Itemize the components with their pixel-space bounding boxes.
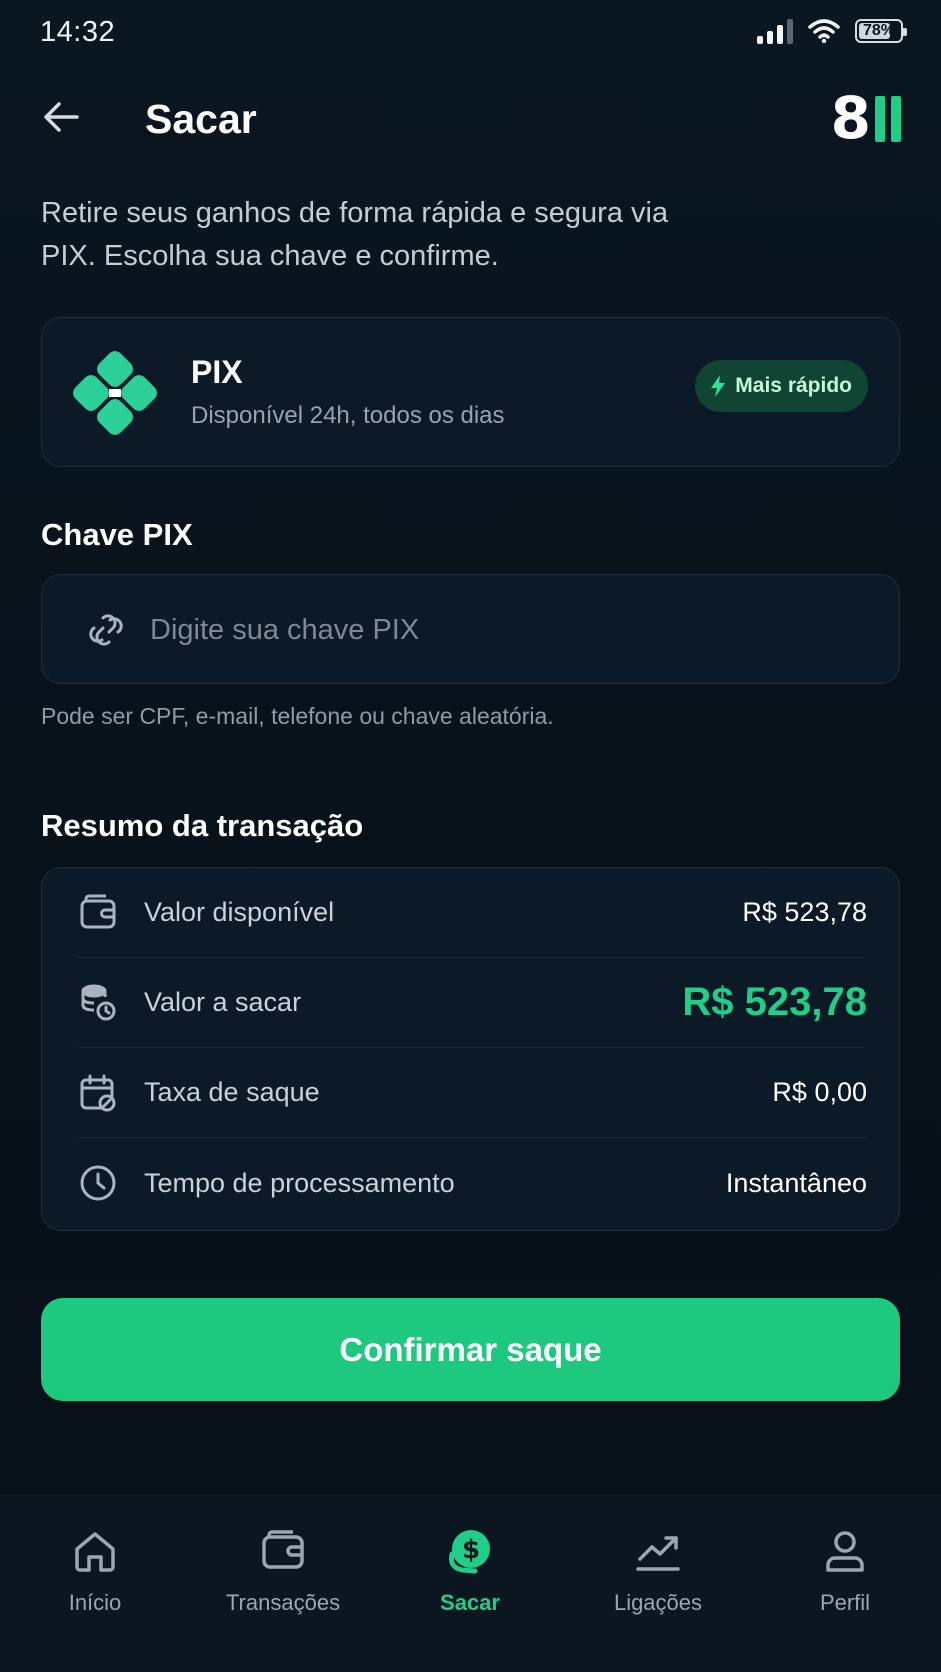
nav-item-perfil[interactable]: Perfil xyxy=(760,1524,930,1634)
bottom-nav: Início Transações $ Sacar Ligações Perfi… xyxy=(0,1495,941,1672)
status-time: 14:32 xyxy=(40,16,116,48)
lightning-icon xyxy=(711,375,726,397)
summary-row-fee: Taxa de saque R$ 0,00 xyxy=(76,1048,867,1138)
clock-icon xyxy=(76,1161,120,1205)
summary-value: R$ 523,78 xyxy=(742,897,867,927)
confirm-withdraw-button[interactable]: Confirmar saque xyxy=(41,1298,900,1401)
brand-logo: 8 xyxy=(830,84,901,152)
summary-card: Valor disponível R$ 523,78 Valor a sacar… xyxy=(41,867,900,1231)
nav-label: Sacar xyxy=(440,1590,500,1615)
page-title: Sacar xyxy=(145,96,257,142)
summary-label: Tempo de processamento xyxy=(144,1167,455,1198)
withdraw-screen: 14:32 78% Sacar 8 Retire seus ganhos de … xyxy=(0,0,941,1672)
pix-method-card[interactable]: PIX Disponível 24h, todos os dias Mais r… xyxy=(41,317,900,467)
summary-label: Taxa de saque xyxy=(144,1077,320,1107)
nav-item-transacoes[interactable]: Transações xyxy=(198,1524,368,1634)
withdraw-amount-value: R$ 523,78 xyxy=(682,980,867,1024)
wifi-icon xyxy=(808,19,840,44)
summary-value: Instantâneo xyxy=(725,1167,867,1198)
battery-tip xyxy=(903,28,907,36)
summary-row-processing-time: Tempo de processamento Instantâneo xyxy=(76,1138,867,1228)
logo-bars xyxy=(875,94,901,142)
svg-text:$: $ xyxy=(462,1535,480,1565)
nav-label: Transações xyxy=(225,1590,341,1615)
signal-icon xyxy=(757,18,793,44)
dollar-icon: $ xyxy=(443,1524,497,1578)
summary-row-withdraw-amount: Valor a sacar R$ 523,78 xyxy=(76,958,867,1048)
pix-name: PIX xyxy=(191,354,243,390)
summary-label: Valor disponível xyxy=(144,897,335,927)
fastest-badge: Mais rápido xyxy=(695,360,868,412)
confirm-withdraw-label: Confirmar saque xyxy=(339,1330,602,1368)
intro-text: Retire seus ganhos de forma rápida e seg… xyxy=(41,197,669,272)
status-bar: 14:32 78% xyxy=(0,0,941,70)
pix-availability: Disponível 24h, todos os dias xyxy=(191,402,505,429)
calendar-icon xyxy=(76,1071,120,1115)
wallet-icon xyxy=(76,891,120,935)
nav-item-sacar[interactable]: $ Sacar xyxy=(385,1524,555,1634)
wallet-icon xyxy=(256,1524,310,1578)
battery-icon: 78% xyxy=(855,19,907,43)
back-button[interactable] xyxy=(36,92,86,142)
status-icons: 78% xyxy=(757,18,907,44)
nav-item-inicio[interactable]: Início xyxy=(10,1524,180,1634)
trend-icon xyxy=(631,1524,685,1578)
battery-text: 78% xyxy=(862,22,896,39)
pix-logo-icon xyxy=(73,351,157,435)
pix-key-field[interactable] xyxy=(41,574,900,684)
nav-item-ligacoes[interactable]: Ligações xyxy=(573,1524,743,1634)
fastest-badge-text: Mais rápido xyxy=(735,374,852,397)
user-icon xyxy=(818,1524,872,1578)
pix-key-input[interactable] xyxy=(150,603,850,657)
arrow-left-icon xyxy=(44,102,79,132)
pix-key-label: Chave PIX xyxy=(41,517,193,552)
nav-label: Início xyxy=(68,1590,122,1615)
summary-title: Resumo da transação xyxy=(41,808,364,843)
home-icon xyxy=(68,1524,122,1578)
pix-key-hint: Pode ser CPF, e-mail, telefone ou chave … xyxy=(41,703,554,729)
summary-label: Valor a sacar xyxy=(144,987,302,1017)
logo-number: 8 xyxy=(830,84,871,152)
summary-value: R$ 0,00 xyxy=(772,1077,867,1107)
summary-row-available: Valor disponível R$ 523,78 xyxy=(76,868,867,958)
coins-icon xyxy=(76,981,120,1025)
nav-label: Perfil xyxy=(819,1590,871,1615)
link-icon xyxy=(89,614,123,646)
nav-label: Ligações xyxy=(613,1590,703,1615)
